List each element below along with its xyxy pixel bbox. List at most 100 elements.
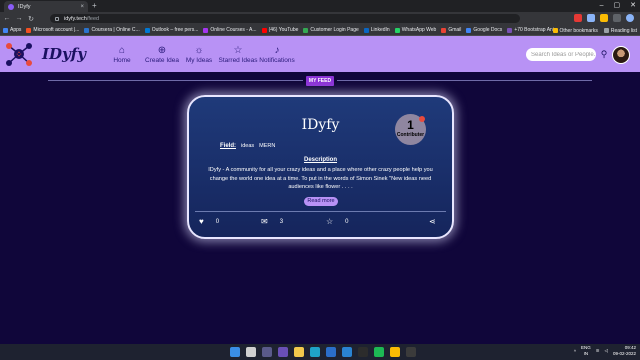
bookmark-item[interactable]: +70 Bootstrap Ani... <box>507 27 558 33</box>
browser-toolbar: ← → ↻ idyfy.tech/feed <box>0 12 640 25</box>
wifi-icon[interactable]: ≋ <box>596 348 600 354</box>
taskbar: ^ ENG IN ≋ ◁ 09:42 09-02-2022 <box>0 344 640 360</box>
search-input[interactable] <box>526 48 596 61</box>
address-bar[interactable]: idyfy.tech/feed <box>50 14 520 23</box>
profile-icon[interactable] <box>626 14 634 22</box>
brand-name[interactable]: IDyfy <box>42 45 86 63</box>
reading-list[interactable]: Reading list <box>603 28 637 34</box>
contributors-label: Contributer <box>396 132 425 138</box>
language-indicator[interactable]: ENG IN <box>581 345 591 357</box>
volume-icon[interactable]: ◁ <box>605 348 608 354</box>
minimize-icon[interactable]: – <box>600 0 604 12</box>
bookmark-icon <box>261 27 267 33</box>
heart-icon[interactable]: ♥ <box>199 218 204 226</box>
bookmark-icon <box>3 27 8 33</box>
bookmark-item[interactable]: LinkedIn <box>363 27 390 33</box>
back-icon[interactable]: ← <box>2 15 12 22</box>
bookmark-icon <box>441 27 447 33</box>
tab-title: IDyfy <box>18 3 31 10</box>
nav-item-notifications[interactable]: ♪ Notifications <box>247 45 307 64</box>
like-count: 0 <box>215 219 220 225</box>
bookmark-item[interactable]: Microsoft account |... <box>26 27 79 33</box>
star-count: 0 <box>345 219 349 225</box>
folder-icon <box>552 28 558 33</box>
field-row: Field: ideas MERN <box>220 143 275 149</box>
comment-action[interactable]: ✉ 3 <box>261 218 283 226</box>
reading-list-icon <box>603 28 609 33</box>
app-icon[interactable] <box>406 347 416 357</box>
terminal-icon[interactable] <box>358 347 368 357</box>
extensions-area <box>574 14 634 22</box>
vscode-icon[interactable] <box>342 347 352 357</box>
card-divider <box>195 211 446 212</box>
bookmark-icon <box>507 27 513 33</box>
tab-favicon-icon <box>8 3 14 10</box>
bookmark-item[interactable]: Gmail <box>441 27 461 33</box>
comment-count: 3 <box>279 219 284 225</box>
brand-logo-icon[interactable] <box>5 40 33 68</box>
share-icon[interactable]: ⋖ <box>429 217 436 226</box>
bookmark-icon <box>303 27 309 33</box>
search-icon[interactable]: ⚲ <box>598 48 610 60</box>
reload-icon[interactable]: ↻ <box>26 15 36 23</box>
url-text: idyfy.tech/feed <box>64 15 100 22</box>
bookmark-item[interactable]: (46) YouTube <box>261 27 298 33</box>
bell-icon: ♪ <box>274 45 280 56</box>
bookmark-item[interactable]: WhatsApp Web <box>394 27 436 33</box>
bookmark-icon <box>84 27 90 33</box>
clock[interactable]: 09:42 09-02-2022 <box>613 345 636 357</box>
comment-icon[interactable]: ✉ <box>261 218 268 226</box>
star-icon[interactable]: ☆ <box>326 218 333 226</box>
description-heading: Description <box>303 157 337 163</box>
bookmark-item[interactable]: Outlook – free pers... <box>144 27 198 33</box>
close-window-icon[interactable]: ✕ <box>630 0 636 12</box>
bookmark-icon <box>394 27 400 33</box>
start-icon[interactable] <box>230 347 240 357</box>
bookmark-item[interactable]: Google Docs <box>466 27 502 33</box>
system-tray: ^ ENG IN ≋ ◁ 09:42 09-02-2022 <box>574 345 636 357</box>
notification-dot-icon <box>419 116 425 122</box>
feed-badge[interactable]: MY FEED <box>306 76 334 86</box>
search-taskbar-icon[interactable] <box>246 347 256 357</box>
lock-icon <box>55 16 59 21</box>
puzzle-icon[interactable] <box>613 14 621 22</box>
nav-label: Home <box>113 57 131 64</box>
extension-icon[interactable] <box>600 14 608 22</box>
other-bookmarks[interactable]: Other bookmarks <box>552 28 598 34</box>
bookmark-item[interactable]: Customer Login Page <box>303 27 359 33</box>
new-tab-icon[interactable]: + <box>92 1 97 10</box>
bookmark-item[interactable]: Online Courses - A... <box>203 27 257 33</box>
field-label: Field: <box>220 143 236 149</box>
edge-icon[interactable] <box>310 347 320 357</box>
bookmark-icon <box>363 27 369 33</box>
bookmark-item[interactable]: Coursera | Online C... <box>84 27 140 33</box>
idea-card[interactable]: IDyfy 1 Contributer Field: ideas MERN De… <box>187 95 454 239</box>
bookmarks-bar: Apps Microsoft account |... Coursera | Onl… <box>0 25 640 36</box>
forward-icon[interactable]: → <box>14 15 24 22</box>
bookmark-icon <box>26 27 32 33</box>
maximize-icon[interactable]: ▢ <box>614 0 621 12</box>
teams-icon[interactable] <box>278 347 288 357</box>
bookmark-icon <box>144 27 150 33</box>
bookmark-item[interactable]: Apps <box>3 27 21 33</box>
bookmark-icon <box>466 27 472 33</box>
star-action[interactable]: ☆ 0 <box>326 218 349 226</box>
browser-tab[interactable]: IDyfy × <box>4 1 88 12</box>
tab-close-icon[interactable]: × <box>80 4 84 10</box>
spotify-icon[interactable] <box>374 347 384 357</box>
avatar[interactable] <box>612 46 630 64</box>
chrome-icon[interactable] <box>390 347 400 357</box>
bookmark-icon <box>203 27 209 33</box>
browser-tabstrip: IDyfy × + – ▢ ✕ <box>0 0 640 12</box>
taskbar-apps <box>230 347 416 357</box>
extension-icon[interactable] <box>574 14 582 22</box>
task-view-icon[interactable] <box>262 347 272 357</box>
file-explorer-icon[interactable] <box>294 347 304 357</box>
store-icon[interactable] <box>326 347 336 357</box>
extension-icon[interactable] <box>587 14 595 22</box>
like-action[interactable]: ♥ 0 <box>199 218 219 226</box>
nav-label: Notifications <box>259 57 295 64</box>
read-more-button[interactable]: Read more <box>304 197 338 206</box>
field-tag: MERN <box>259 143 276 149</box>
chevron-up-icon[interactable]: ^ <box>574 349 576 354</box>
